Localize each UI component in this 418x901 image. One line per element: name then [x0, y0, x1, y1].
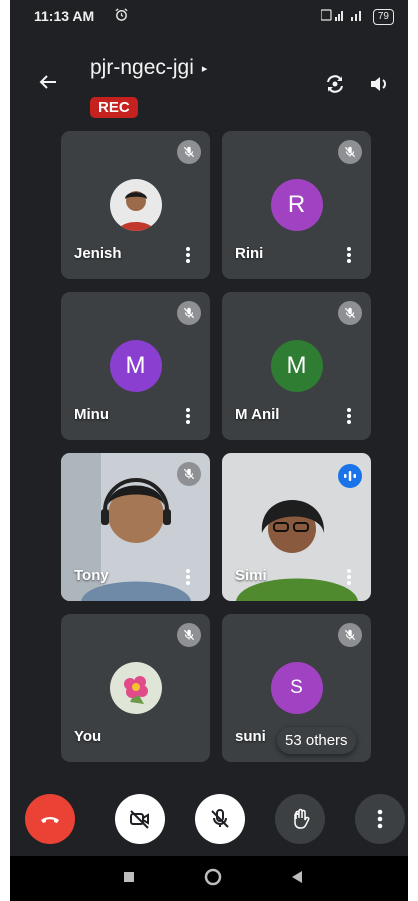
avatar: [109, 662, 162, 714]
mic-off-icon: [177, 462, 201, 486]
status-bar: 11:13 AM 79: [10, 0, 408, 40]
participant-name: M Anil: [235, 406, 280, 423]
more-vert-icon[interactable]: [186, 407, 190, 425]
switch-camera-icon[interactable]: [323, 72, 347, 96]
mic-off-icon: [338, 623, 362, 647]
participant-tile[interactable]: You: [61, 614, 210, 762]
participant-name: Jenish: [74, 245, 122, 262]
avatar: S: [270, 662, 323, 714]
participant-name: You: [74, 728, 102, 745]
recents-icon[interactable]: [122, 870, 136, 889]
more-vert-icon[interactable]: [347, 407, 351, 425]
participant-name: suni: [235, 728, 266, 745]
others-count-button[interactable]: 53 others: [277, 727, 356, 754]
audio-wave-icon: [338, 464, 362, 488]
end-call-icon: [41, 817, 59, 823]
mic-off-icon: [177, 301, 201, 325]
signal-icon: [320, 8, 367, 25]
avatar: M: [270, 340, 323, 392]
mic-off-icon: [177, 140, 201, 164]
meet-call-screen: 11:13 AM 79 pjr-ngec-jgi ▸ REC Jenish R …: [10, 0, 408, 901]
avatar: [109, 179, 162, 231]
participant-name: Simi: [235, 567, 267, 584]
participant-tile[interactable]: Tony: [61, 453, 210, 601]
mic-off-icon: [211, 809, 229, 828]
home-icon[interactable]: [204, 868, 222, 891]
system-nav-bar: [10, 856, 408, 901]
participant-name: Tony: [74, 567, 109, 584]
participant-tile[interactable]: M M Anil: [222, 292, 371, 440]
avatar: R: [270, 179, 323, 231]
raise-hand-button[interactable]: [275, 794, 325, 844]
alarm-icon: [114, 7, 129, 27]
status-icons: 79: [320, 8, 394, 25]
more-vert-icon: [377, 809, 383, 829]
more-vert-icon[interactable]: [186, 246, 190, 264]
participant-tile[interactable]: R Rini: [222, 131, 371, 279]
hand-icon: [294, 808, 310, 829]
mic-off-icon: [338, 140, 362, 164]
recording-badge: REC: [90, 97, 138, 118]
participant-name: Rini: [235, 245, 264, 262]
avatar: M: [109, 340, 162, 392]
camera-toggle-button[interactable]: [115, 794, 165, 844]
mic-toggle-button[interactable]: [195, 794, 245, 844]
nav-back-icon[interactable]: [290, 870, 304, 889]
mic-off-icon: [177, 623, 201, 647]
more-vert-icon[interactable]: [347, 246, 351, 264]
video-off-icon: [130, 810, 149, 829]
back-arrow-icon[interactable]: [36, 70, 60, 94]
participant-name: Minu: [74, 406, 109, 423]
more-vert-icon[interactable]: [347, 568, 351, 586]
participant-tile[interactable]: Simi: [222, 453, 371, 601]
chevron-right-icon: ▸: [201, 62, 208, 75]
more-vert-icon[interactable]: [186, 568, 190, 586]
meeting-code-button[interactable]: pjr-ngec-jgi ▸: [90, 56, 207, 80]
mic-off-icon: [338, 301, 362, 325]
battery-indicator: 79: [372, 8, 394, 25]
participant-tile[interactable]: Jenish: [61, 131, 210, 279]
more-options-button[interactable]: [355, 794, 405, 844]
meeting-code: pjr-ngec-jgi: [90, 56, 194, 79]
participant-tile[interactable]: M Minu: [61, 292, 210, 440]
end-call-button[interactable]: [25, 794, 75, 844]
speaker-icon[interactable]: [367, 72, 391, 96]
status-time: 11:13 AM: [34, 8, 95, 24]
